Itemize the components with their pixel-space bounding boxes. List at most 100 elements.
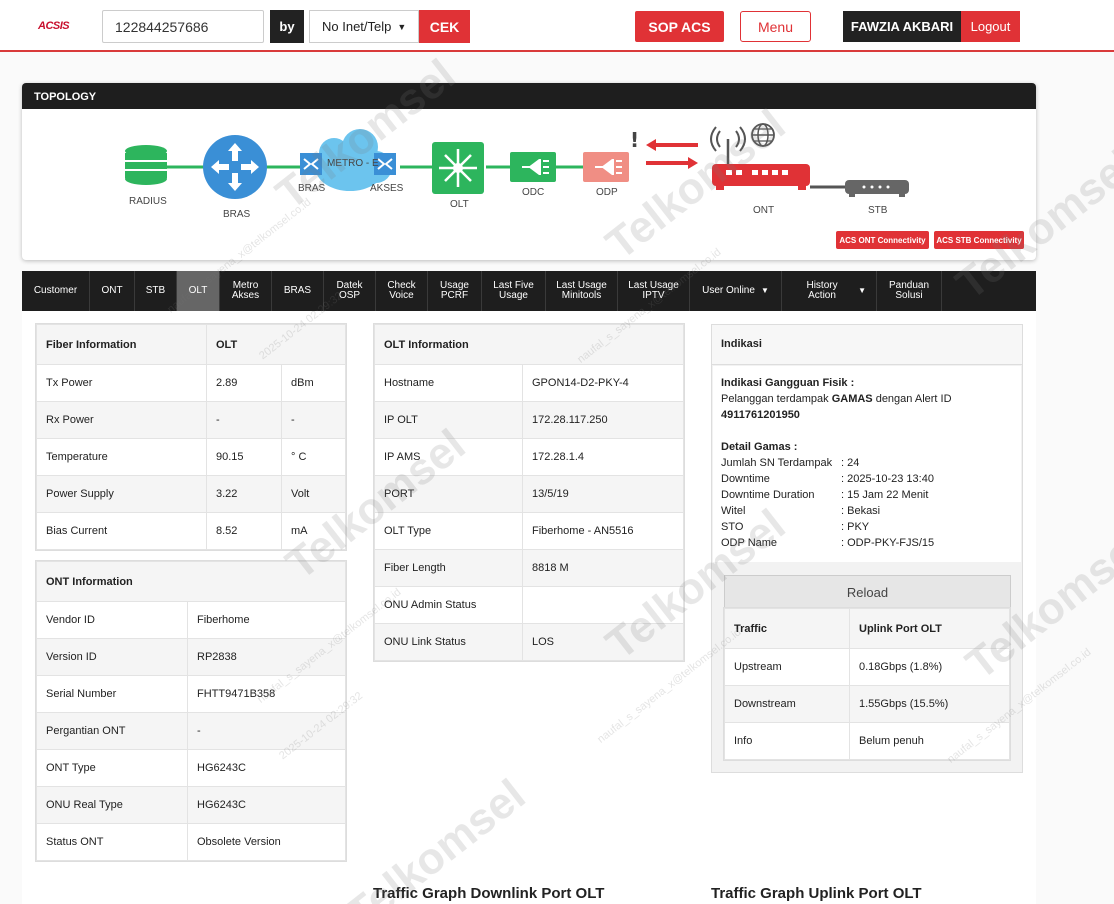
detail-row: Downtime: 2025-10-23 13:40 <box>721 471 1013 487</box>
detail-key: STO <box>721 521 744 533</box>
tab-last-usage-iptv[interactable]: Last Usage IPTV <box>618 271 690 311</box>
detail-value: : 15 Jam 22 Menit <box>841 489 929 501</box>
tab-user-online[interactable]: User Online ▼ <box>690 271 782 311</box>
cell-value: 1.55Gbps (15.5%) <box>849 685 1010 723</box>
cell-label: Pergantian ONT <box>36 712 188 750</box>
odc-splitter-icon[interactable] <box>510 152 556 182</box>
reload-button[interactable]: Reload <box>724 575 1011 609</box>
cell-value: 0.18Gbps (1.8%) <box>849 648 1010 686</box>
tab-ont[interactable]: ONT <box>90 271 135 311</box>
table-header: Fiber Information OLT <box>36 324 346 365</box>
tab-metro-akses[interactable]: Metro Akses <box>220 271 272 311</box>
bras-router-icon[interactable] <box>203 135 267 199</box>
table-row: Fiber Length 8818 M <box>374 549 684 587</box>
olt-switch-icon[interactable] <box>432 142 484 194</box>
cell-value: 90.15 <box>206 438 282 476</box>
by-label: by <box>270 10 304 43</box>
odp-splitter-icon[interactable] <box>583 152 629 182</box>
tab-bras[interactable]: BRAS <box>272 271 324 311</box>
radius-label: RADIUS <box>129 196 167 207</box>
tab-datek-osp[interactable]: Datek OSP <box>324 271 376 311</box>
tab-user-online-label: User Online <box>702 285 755 296</box>
bras-label: BRAS <box>223 209 251 220</box>
cell-label: ONT Type <box>36 749 188 787</box>
cell-unit: - <box>281 401 346 439</box>
cell-label: Tx Power <box>36 364 207 402</box>
cell-value: FHTT9471B358 <box>187 675 346 713</box>
cell-unit: ° C <box>281 438 346 476</box>
cell-label: Power Supply <box>36 475 207 513</box>
table-row: Version ID RP2838 <box>36 638 346 676</box>
radius-database-icon[interactable] <box>125 145 167 185</box>
indikasi-body: Indikasi Gangguan Fisik : Pelanggan terd… <box>713 366 1021 562</box>
cell-label: IP OLT <box>374 401 523 439</box>
header-fiber-information: Fiber Information <box>36 324 207 365</box>
downlink-graph-title: Traffic Graph Downlink Port OLT <box>373 885 605 902</box>
cell-label: Hostname <box>374 364 523 402</box>
menu-button[interactable]: Menu <box>740 11 811 42</box>
cell-value: GPON14-D2-PKY-4 <box>522 364 684 402</box>
cell-value: 8818 M <box>522 549 684 587</box>
search-type-dropdown[interactable]: No Inet/Telp ▼ <box>309 10 419 43</box>
table-row: OLT Type Fiberhome - AN5516 <box>374 512 684 550</box>
table-row: Rx Power - - <box>36 401 346 439</box>
tab-stb[interactable]: STB <box>135 271 177 311</box>
tab-usage-pcrf[interactable]: Usage PCRF <box>428 271 482 311</box>
tab-last-usage-minitools[interactable]: Last Usage Minitools <box>546 271 618 311</box>
detail-key: Downtime Duration <box>721 489 815 501</box>
acs-ont-connectivity-button[interactable]: ACS ONT Connectivity <box>836 231 929 249</box>
cek-button[interactable]: CEK <box>419 10 470 43</box>
cell-value: 172.28.1.4 <box>522 438 684 476</box>
sop-acs-button[interactable]: SOP ACS <box>635 11 724 42</box>
top-header: ACSIS by No Inet/Telp ▼ CEK SOP ACS Menu… <box>0 0 1114 52</box>
cell-label: Bias Current <box>36 512 207 550</box>
search-input[interactable] <box>102 10 264 43</box>
tab-olt[interactable]: OLT <box>177 271 220 311</box>
cell-value: Fiberhome - AN5516 <box>522 512 684 550</box>
odc-label: ODC <box>522 187 544 198</box>
detail-row: Jumlah SN Terdampak: 24 <box>721 455 1013 471</box>
tab-customer[interactable]: Customer <box>22 271 90 311</box>
table-row: Status ONT Obsolete Version <box>36 823 346 861</box>
gangguan-text: Pelanggan terdampak GAMAS dengan Alert I… <box>721 391 1013 407</box>
gangguan-text-pre: Pelanggan terdampak <box>721 393 832 405</box>
detail-key: Jumlah SN Terdampak <box>721 457 833 469</box>
search-type-value: No Inet/Telp <box>322 19 392 34</box>
olt-information-table: OLT Information Hostname GPON14-D2-PKY-4 … <box>374 324 684 661</box>
detail-key: Downtime <box>721 473 770 485</box>
table-row: Upstream 0.18Gbps (1.8%) <box>724 648 1010 686</box>
cell-value: Belum penuh <box>849 722 1010 760</box>
acs-stb-connectivity-button[interactable]: ACS STB Connectivity <box>934 231 1024 249</box>
cell-value <box>522 586 684 624</box>
table-row: Vendor ID Fiberhome <box>36 601 346 639</box>
cell-value: 13/5/19 <box>522 475 684 513</box>
odp-label: ODP <box>596 187 618 198</box>
traffic-table: Traffic Uplink Port OLT Upstream 0.18Gbps… <box>724 608 1010 760</box>
detail-value: : PKY <box>841 521 870 533</box>
cell-value: 172.28.117.250 <box>522 401 684 439</box>
cell-value: 8.52 <box>206 512 282 550</box>
logout-button[interactable]: Logout <box>961 11 1020 42</box>
tab-history-action[interactable]: History Action ▼ <box>782 271 877 311</box>
ont-modem-icon[interactable] <box>712 164 810 190</box>
olt-label: OLT <box>450 199 469 210</box>
table-row: Temperature 90.15 ° C <box>36 438 346 476</box>
user-name-button[interactable]: FAWZIA AKBARI <box>843 11 961 42</box>
table-header: Traffic Uplink Port OLT <box>724 608 1010 649</box>
table-row: ONU Link Status LOS <box>374 623 684 661</box>
acsis-logo[interactable]: ACSIS <box>38 20 70 32</box>
cell-value: - <box>206 401 282 439</box>
tab-panduan-solusi[interactable]: Panduan Solusi <box>877 271 942 311</box>
cell-label: OLT Type <box>374 512 523 550</box>
tab-last-five-usage[interactable]: Last Five Usage <box>482 271 546 311</box>
tab-check-voice[interactable]: Check Voice <box>376 271 428 311</box>
main-tabs: Customer ONT STB OLT Metro Akses BRAS Da… <box>22 271 1036 311</box>
table-row: Power Supply 3.22 Volt <box>36 475 346 513</box>
stb-box-icon[interactable] <box>845 180 909 197</box>
cell-value: 2.89 <box>206 364 282 402</box>
cell-label: Temperature <box>36 438 207 476</box>
table-row: Info Belum penuh <box>724 722 1010 760</box>
cell-label: Serial Number <box>36 675 188 713</box>
tab-history-action-label: History Action <box>806 280 838 301</box>
cell-unit: Volt <box>281 475 346 513</box>
